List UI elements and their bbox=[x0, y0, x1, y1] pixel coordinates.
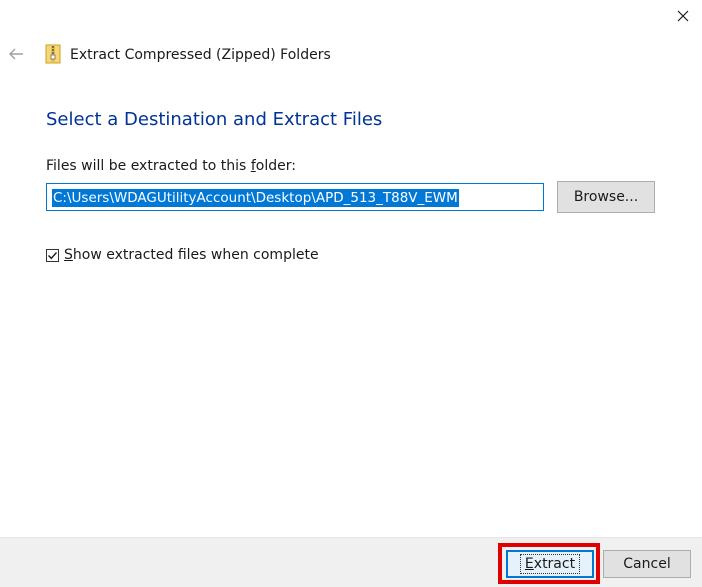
destination-label-pre: Files will be extracted to this bbox=[46, 158, 251, 174]
extract-dialog: Extract Compressed (Zipped) Folders Sele… bbox=[0, 0, 702, 587]
close-icon bbox=[677, 10, 689, 22]
checkmark-icon bbox=[48, 251, 58, 259]
destination-path-value: C:\Users\WDAGUtilityAccount\Desktop\APD_… bbox=[52, 189, 459, 207]
back-arrow-icon bbox=[9, 48, 23, 60]
zip-folder-icon bbox=[45, 44, 61, 64]
browse-button[interactable]: Browse... bbox=[557, 181, 655, 213]
show-files-label: Show extracted files when complete bbox=[64, 246, 319, 264]
back-button[interactable] bbox=[6, 44, 26, 64]
show-files-label-accesskey: S bbox=[64, 247, 73, 263]
destination-label-post: older: bbox=[255, 158, 296, 174]
extract-button-accesskey: E bbox=[524, 556, 534, 572]
page-heading: Select a Destination and Extract Files bbox=[46, 109, 383, 130]
extract-button-label: Extract bbox=[519, 554, 581, 574]
extract-button[interactable]: Extract bbox=[506, 550, 594, 578]
destination-label: Files will be extracted to this folder: bbox=[46, 157, 296, 175]
destination-path-input[interactable]: C:\Users\WDAGUtilityAccount\Desktop\APD_… bbox=[46, 183, 544, 211]
dialog-title: Extract Compressed (Zipped) Folders bbox=[70, 47, 331, 63]
show-files-label-rest: how extracted files when complete bbox=[72, 247, 319, 263]
close-button[interactable] bbox=[668, 2, 698, 30]
cancel-button[interactable]: Cancel bbox=[603, 550, 691, 578]
extract-button-rest: xtract bbox=[533, 556, 576, 572]
show-files-option[interactable]: Show extracted files when complete bbox=[46, 246, 319, 264]
show-files-checkbox[interactable] bbox=[46, 248, 59, 262]
